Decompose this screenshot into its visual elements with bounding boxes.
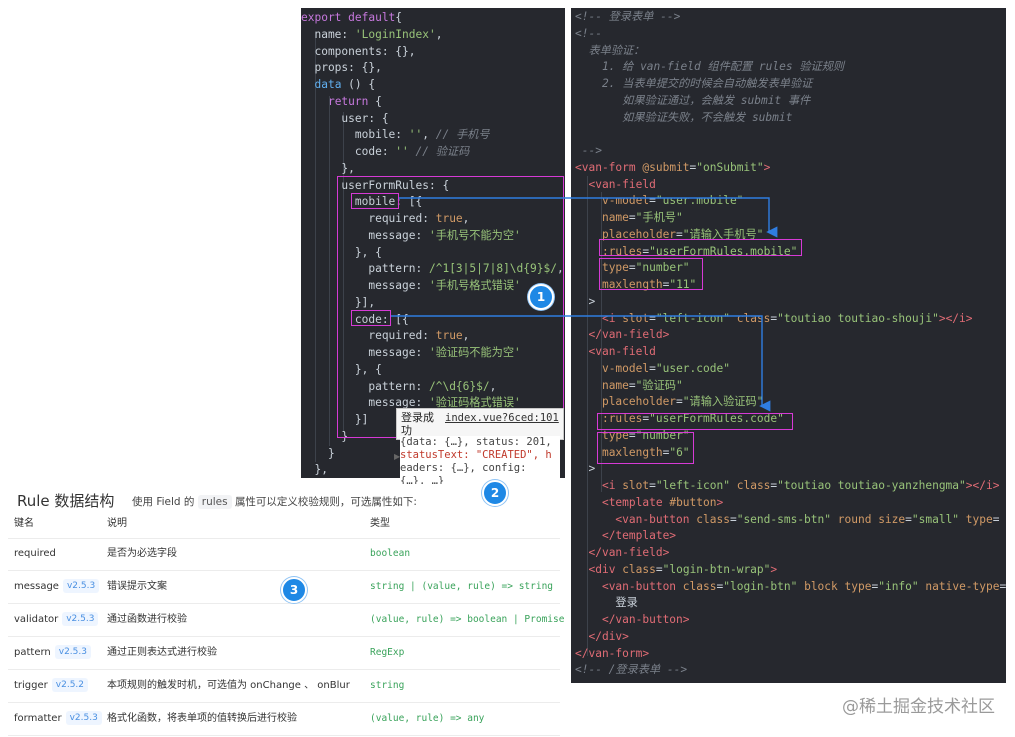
watermark: @稀土掘金技术社区 — [842, 697, 995, 717]
row-type: (value, rule) => any — [370, 713, 485, 724]
version-tag: v2.5.3 — [54, 645, 91, 659]
arrow-mobile-to-rules — [399, 197, 778, 238]
row-desc: 格式化函数，将表单项的值转换后进行校验 — [107, 713, 297, 724]
rule-structure-doc: Rule 数据结构 使用 Field 的 rules 属性可以定义校验规则，可选… — [0, 484, 565, 737]
row-key: trigger v2.5.2 — [14, 670, 89, 702]
console-line: eaders: {…}, config: — [400, 462, 527, 474]
row-desc: 是否为必选字段 — [107, 548, 177, 559]
toast-text: 登录成功 — [401, 411, 434, 437]
row-key: formatter v2.5.3 — [14, 703, 102, 735]
console-response-object: {data: {…}, status: 201, statusText: "CR… — [400, 436, 560, 488]
badge-2: 2 — [482, 480, 508, 506]
badge-1: 1 — [528, 284, 554, 310]
table-row: formatter v2.5.3 格式化函数，将表单项的值转换后进行校验 (value… — [8, 703, 560, 736]
row-type: string | (value, rule) => string — [370, 581, 554, 592]
row-type: RegExp — [370, 647, 405, 658]
row-key-text: pattern — [14, 647, 51, 658]
console-line: {data: {…}, status: 201, — [400, 436, 552, 448]
source-link[interactable]: index.vue?6ced:101 — [445, 412, 559, 424]
row-key: required — [14, 538, 56, 570]
console-line: statusText: "CREATED", h — [400, 449, 552, 461]
row-key-text: formatter — [14, 713, 62, 724]
row-key-text: validator — [14, 614, 59, 625]
badge-3: 3 — [281, 577, 307, 603]
row-desc: 错误提示文案 — [107, 581, 167, 592]
table-row: validator v2.5.3 通过函数进行校验 (value, rule) => … — [8, 604, 564, 637]
version-tag: v2.5.3 — [65, 711, 102, 725]
row-type: (value, rule) => boolean | Promise — [370, 614, 565, 625]
row-key-text: message — [14, 581, 59, 592]
expand-triangle-icon[interactable]: ▶ — [394, 452, 402, 478]
row-type: boolean — [370, 548, 411, 559]
header-type: 类型 — [370, 518, 390, 529]
doc-subtitle: 使用 Field 的 rules 属性可以定义校验规则，可选属性如下: — [132, 495, 417, 509]
row-desc: 本项规则的触发时机，可选值为 onChange 、 onBlur — [107, 680, 350, 691]
row-key-text: required — [14, 548, 56, 559]
table-row: required 是否为必选字段 boolean — [8, 538, 560, 571]
row-desc: 通过函数进行校验 — [107, 614, 187, 625]
doc-title: Rule 数据结构 — [17, 492, 115, 510]
header-key: 键名 — [14, 518, 34, 529]
row-key: validator v2.5.3 — [14, 604, 99, 636]
table-row: pattern v2.5.3 通过正则表达式进行校验 RegExp — [8, 637, 560, 670]
row-key-text: trigger — [14, 680, 48, 691]
row-type: string — [370, 680, 405, 691]
version-tag: v2.5.3 — [62, 612, 99, 626]
table-row: trigger v2.5.2 本项规则的触发时机，可选值为 onChange 、 o… — [8, 670, 560, 703]
row-key: message v2.5.3 — [14, 571, 100, 603]
arrow-code-to-rules — [391, 315, 771, 412]
header-desc: 说明 — [107, 518, 127, 529]
table-header-row: 键名 说明 类型 — [8, 510, 560, 539]
row-desc: 通过正则表达式进行校验 — [107, 647, 217, 658]
version-tag: v2.5.2 — [51, 678, 89, 692]
row-key: pattern v2.5.3 — [14, 637, 91, 669]
version-tag: v2.5.3 — [62, 579, 100, 593]
